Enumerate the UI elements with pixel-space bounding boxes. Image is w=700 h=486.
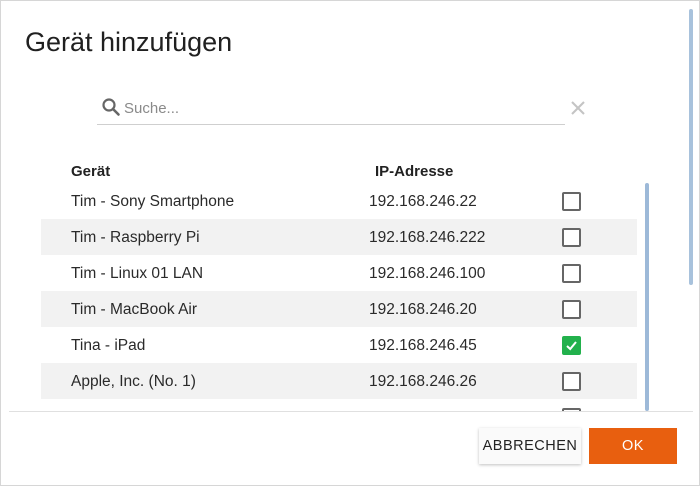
list-scrollbar[interactable]	[645, 183, 649, 411]
device-name: Tim - Linux 01 LAN	[71, 265, 204, 282]
column-header-ip: IP-Adresse	[375, 163, 454, 180]
column-header-device: Gerät	[71, 163, 111, 180]
device-ip: 192.168.246.45	[369, 337, 477, 354]
device-list: Tim - Sony Smartphone 192.168.246.22 Tim -…	[41, 183, 637, 411]
device-checkbox[interactable]	[562, 192, 581, 211]
add-device-dialog: Gerät hinzufügen Gerät IP-Adresse Tim - …	[0, 0, 700, 486]
search-input[interactable]	[124, 97, 554, 119]
footer-divider	[9, 411, 693, 412]
search-underline	[97, 124, 565, 125]
search-bar	[97, 91, 591, 125]
table-row[interactable]: Apple, Inc. (No. 1) 192.168.246.26	[41, 363, 637, 399]
device-name: Tina - iPad	[71, 337, 146, 354]
table-row-partial	[41, 399, 637, 411]
device-ip: 192.168.246.26	[369, 373, 477, 390]
device-checkbox[interactable]	[562, 300, 581, 319]
device-name: Tim - MacBook Air	[71, 301, 198, 318]
table-row[interactable]: Tim - MacBook Air 192.168.246.20	[41, 291, 637, 327]
device-name: Tim - Sony Smartphone	[71, 193, 235, 210]
dialog-scrollbar[interactable]	[689, 9, 693, 285]
device-ip: 192.168.246.20	[369, 301, 477, 318]
device-checkbox[interactable]	[562, 336, 581, 355]
table-row[interactable]: Tim - Sony Smartphone 192.168.246.22	[41, 183, 637, 219]
device-ip: 192.168.246.100	[369, 265, 486, 282]
device-checkbox[interactable]	[562, 228, 581, 247]
device-name: Apple, Inc. (No. 1)	[71, 373, 196, 390]
device-checkbox[interactable]	[562, 264, 581, 283]
check-icon	[566, 341, 577, 351]
device-ip: 192.168.246.222	[369, 229, 486, 246]
ok-button[interactable]: OK	[589, 428, 677, 464]
device-ip: 192.168.246.22	[369, 193, 477, 210]
device-name: Tim - Raspberry Pi	[71, 229, 200, 246]
table-row[interactable]: Tim - Linux 01 LAN 192.168.246.100	[41, 255, 637, 291]
dialog-title: Gerät hinzufügen	[25, 27, 233, 57]
device-checkbox[interactable]	[562, 372, 581, 391]
close-icon[interactable]	[569, 99, 587, 117]
search-icon	[101, 97, 121, 117]
table-row[interactable]: Tina - iPad 192.168.246.45	[41, 327, 637, 363]
cancel-button[interactable]: ABBRECHEN	[479, 428, 581, 464]
table-row[interactable]: Tim - Raspberry Pi 192.168.246.222	[41, 219, 637, 255]
